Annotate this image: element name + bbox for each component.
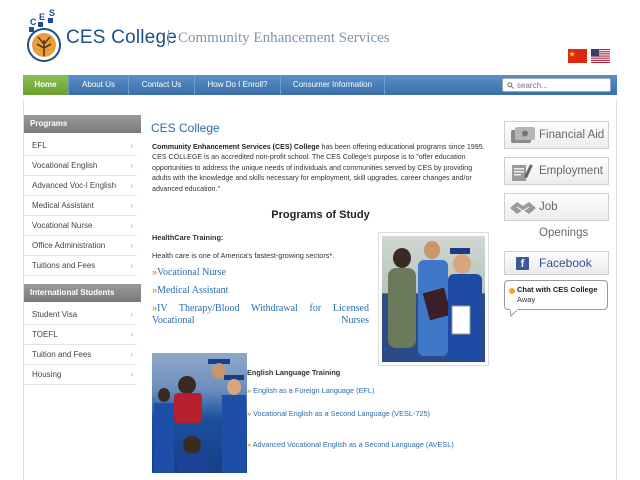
sidebar-item-efl[interactable]: EFL ›	[24, 136, 137, 156]
healthcare-heading: HealthCare Training:	[152, 233, 224, 242]
sidebar-item-label: Housing	[32, 370, 62, 379]
sidebar-item-medical-assistant[interactable]: Medical Assistant ›	[24, 196, 137, 216]
graduates-photo	[378, 232, 489, 366]
link-medical-assistant[interactable]: »Medical Assistant	[152, 285, 369, 297]
graduates-illustration	[388, 241, 482, 360]
usa-flag-icon[interactable]	[591, 49, 610, 63]
chat-widget[interactable]: Chat with CES College Away	[504, 280, 608, 310]
button-label: Employment	[539, 165, 603, 177]
logo-tagline: Community Enhancement Services	[178, 30, 390, 46]
facebook-label: Facebook	[539, 256, 592, 270]
financial-aid-icon	[511, 127, 535, 143]
link-vocational-nurse[interactable]: »Vocational Nurse	[152, 267, 369, 279]
nav-how-do-i-enroll[interactable]: How Do I Enroll?	[195, 75, 281, 95]
sidebar-item-label: Student Visa	[32, 310, 78, 319]
chat-status: Away	[517, 295, 536, 304]
sidebar-item-label: Advanced Voc-l English	[32, 181, 117, 190]
sidebar-item-label: EFL	[32, 141, 47, 150]
svg-text:S: S	[49, 8, 55, 18]
svg-text:E: E	[39, 12, 45, 22]
chevron-right-icon: ›	[130, 181, 133, 190]
double-arrow-icon: »	[247, 409, 252, 418]
link-label: IV Therapy/Blood Withdrawal for Licensed…	[152, 303, 369, 326]
nav-home[interactable]: Home	[23, 75, 69, 95]
chevron-right-icon: ›	[130, 141, 133, 150]
employment-icon	[512, 164, 533, 181]
facebook-icon: f	[516, 257, 529, 270]
link-vesl-725[interactable]: » Vocational English as a Second Languag…	[247, 409, 430, 418]
link-label: Vocational English as a Second Language …	[253, 409, 430, 418]
chevron-right-icon: ›	[130, 330, 133, 339]
search-icon	[507, 82, 514, 89]
employment-button[interactable]: Employment	[504, 157, 609, 185]
page-title: CES College	[151, 121, 220, 135]
double-arrow-icon: »	[247, 440, 252, 449]
sidebar-item-label: Tuitions and Fees	[32, 261, 96, 270]
link-efl[interactable]: » English as a Foreign Language (EFL)	[247, 386, 374, 395]
sidebar-item-toefl[interactable]: TOEFL ›	[24, 325, 137, 345]
svg-text:C: C	[30, 17, 37, 27]
chevron-right-icon: ›	[130, 370, 133, 379]
chevron-right-icon: ›	[130, 201, 133, 210]
sidebar-item-label: Vocational English	[32, 161, 98, 170]
sidebar-item-office-administration[interactable]: Office Administration ›	[24, 236, 137, 256]
link-label: Medical Assistant	[157, 285, 229, 296]
ces-logo-icon[interactable]: C E S	[26, 8, 62, 66]
handshake-icon	[510, 202, 536, 214]
esl-students-photo	[152, 353, 247, 473]
chevron-right-icon: ›	[130, 310, 133, 319]
sidebar-item-label: Tuition and Fees	[32, 350, 92, 359]
english-training-heading: English Language Training	[247, 368, 341, 377]
sidebar-item-vocational-english[interactable]: Vocational English ›	[24, 156, 137, 176]
sidebar-item-label: TOEFL	[32, 330, 58, 339]
button-label: Job Openings	[539, 201, 589, 239]
chat-title: Chat with CES College	[517, 285, 598, 294]
programs-of-study-heading: Programs of Study	[271, 209, 370, 221]
nav-about-us[interactable]: About Us	[69, 75, 129, 95]
chevron-right-icon: ›	[130, 350, 133, 359]
logo-divider	[168, 30, 169, 46]
facebook-button[interactable]: f Facebook	[504, 251, 609, 275]
chevron-right-icon: ›	[130, 241, 133, 250]
logo-name[interactable]: CES College	[66, 27, 177, 49]
healthcare-description: Health care is one of America's fastest-…	[152, 251, 335, 260]
search-box[interactable]	[502, 78, 611, 92]
sidebar-item-tuition-and-fees[interactable]: Tuition and Fees ›	[24, 345, 137, 365]
china-flag-icon[interactable]	[568, 49, 587, 63]
sidebar-item-label: Medical Assistant	[32, 201, 94, 210]
link-avesl[interactable]: » Advanced Vocational English as a Secon…	[247, 440, 454, 449]
sidebar-item-vocational-nurse[interactable]: Vocational Nurse ›	[24, 216, 137, 236]
sidebar-item-label: Vocational Nurse	[32, 221, 93, 230]
sidebar-item-student-visa[interactable]: Student Visa ›	[24, 305, 137, 325]
graduates-photo-image	[382, 236, 485, 362]
search-input[interactable]	[517, 79, 609, 91]
sidebar-item-housing[interactable]: Housing ›	[24, 365, 137, 385]
chat-bubble-tail-icon	[510, 309, 519, 317]
link-label: Advanced Vocational English as a Second …	[252, 440, 454, 449]
programs-heading: Programs	[24, 115, 141, 133]
double-arrow-icon: »	[247, 386, 252, 395]
site-header: C E S CES College Community Enhancement …	[0, 0, 640, 72]
chevron-right-icon: ›	[130, 261, 133, 270]
sidebar-item-label: Office Administration	[32, 241, 106, 250]
button-label: Financial Aid	[539, 129, 605, 141]
link-iv-therapy[interactable]: »IV Therapy/Blood Withdrawal for License…	[152, 303, 369, 326]
job-openings-button[interactable]: Job Openings	[504, 193, 609, 239]
chevron-right-icon: ›	[130, 161, 133, 170]
international-students-heading: International Students	[24, 284, 141, 302]
intro-bold: Community Enhancement Services (CES) Col…	[152, 143, 320, 151]
esl-students-illustration	[154, 359, 246, 473]
sidebar-item-advanced-voc-english[interactable]: Advanced Voc-l English ›	[24, 176, 137, 196]
chevron-right-icon: ›	[130, 221, 133, 230]
away-status-icon	[509, 288, 515, 294]
nav-consumer-information[interactable]: Consumer Information	[281, 75, 385, 95]
sidebar-item-tuitions-and-fees[interactable]: Tuitions and Fees ›	[24, 256, 137, 276]
link-label: English as a Foreign Language (EFL)	[253, 386, 375, 395]
link-label: Vocational Nurse	[157, 267, 226, 278]
financial-aid-button[interactable]: Financial Aid	[504, 121, 609, 149]
nav-contact-us[interactable]: Contact Us	[129, 75, 195, 95]
intro-paragraph: Community Enhancement Services (CES) Col…	[152, 142, 489, 194]
